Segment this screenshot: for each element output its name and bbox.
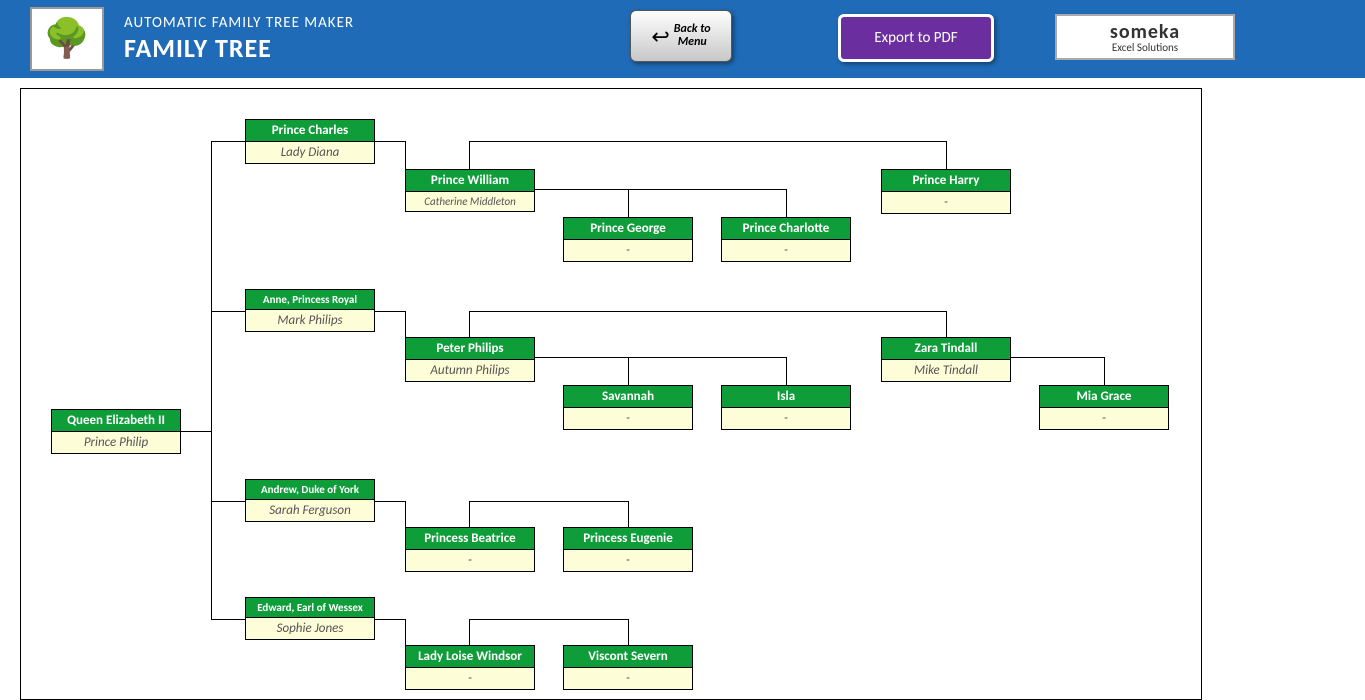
- node-spouse: -: [721, 408, 851, 430]
- node-child: Andrew, Duke of York Sarah Ferguson: [245, 479, 375, 522]
- back-to-menu-button[interactable]: ↩ Back toMenu: [630, 10, 732, 62]
- node-spouse: -: [721, 240, 851, 262]
- node-name: Prince William: [405, 169, 535, 192]
- node-greatgrandchild: Prince George -: [563, 217, 693, 262]
- node-child: Prince Charles Lady Diana: [245, 119, 375, 164]
- node-spouse: -: [563, 240, 693, 262]
- node-name: Prince Charles: [245, 119, 375, 142]
- node-root: Queen Elizabeth II Prince Philip: [51, 409, 181, 454]
- node-spouse: -: [563, 550, 693, 572]
- node-name: Prince Charlotte: [721, 217, 851, 240]
- node-grandchild: Prince Harry -: [881, 169, 1011, 214]
- node-spouse: -: [563, 408, 693, 430]
- node-name: Savannah: [563, 385, 693, 408]
- node-name: Prince Harry: [881, 169, 1011, 192]
- node-name: Isla: [721, 385, 851, 408]
- node-grandchild: Viscont Severn -: [563, 645, 693, 690]
- export-button-label: Export to PDF: [874, 29, 957, 47]
- node-name: Queen Elizabeth II: [51, 409, 181, 432]
- brand-tagline: Excel Solutions: [1112, 41, 1178, 54]
- node-grandchild: Lady Loise Windsor -: [405, 645, 535, 690]
- node-greatgrandchild: Isla -: [721, 385, 851, 430]
- tree-icon: 🌳: [43, 20, 90, 58]
- node-greatgrandchild: Mia Grace -: [1039, 385, 1169, 430]
- node-name: Zara Tindall: [881, 337, 1011, 360]
- family-tree-canvas: Queen Elizabeth II Prince Philip Prince …: [20, 88, 1202, 700]
- app-logo: 🌳: [30, 7, 104, 71]
- node-spouse: Mark Philips: [245, 310, 375, 332]
- header-subtitle: AUTOMATIC FAMILY TREE MAKER: [124, 14, 354, 32]
- export-pdf-button[interactable]: Export to PDF: [838, 14, 994, 62]
- node-spouse: Lady Diana: [245, 142, 375, 164]
- node-name: Mia Grace: [1039, 385, 1169, 408]
- node-greatgrandchild: Savannah -: [563, 385, 693, 430]
- node-name: Edward, Earl of Wessex: [245, 597, 375, 618]
- node-name: Anne, Princess Royal: [245, 289, 375, 310]
- node-spouse: -: [563, 668, 693, 690]
- node-name: Andrew, Duke of York: [245, 479, 375, 500]
- node-child: Anne, Princess Royal Mark Philips: [245, 289, 375, 332]
- node-spouse: -: [405, 668, 535, 690]
- node-spouse: Prince Philip: [51, 432, 181, 454]
- node-spouse: -: [1039, 408, 1169, 430]
- node-greatgrandchild: Prince Charlotte -: [721, 217, 851, 262]
- node-name: Viscont Severn: [563, 645, 693, 668]
- node-grandchild: Princess Eugenie -: [563, 527, 693, 572]
- node-spouse: Sarah Ferguson: [245, 500, 375, 522]
- back-button-label: Back toMenu: [674, 23, 711, 49]
- node-grandchild: Zara Tindall Mike Tindall: [881, 337, 1011, 382]
- back-arrow-icon: ↩: [651, 23, 669, 50]
- header-titles: AUTOMATIC FAMILY TREE MAKER FAMILY TREE: [124, 14, 354, 64]
- header-title: FAMILY TREE: [124, 32, 354, 64]
- node-grandchild: Princess Beatrice -: [405, 527, 535, 572]
- brand-logo: someka Excel Solutions: [1055, 14, 1235, 60]
- node-spouse: -: [405, 550, 535, 572]
- node-grandchild: Prince William Catherine Middleton: [405, 169, 535, 212]
- node-spouse: Autumn Philips: [405, 360, 535, 382]
- node-name: Lady Loise Windsor: [405, 645, 535, 668]
- node-spouse: Catherine Middleton: [405, 192, 535, 212]
- node-child: Edward, Earl of Wessex Sophie Jones: [245, 597, 375, 640]
- app-header: 🌳 AUTOMATIC FAMILY TREE MAKER FAMILY TRE…: [0, 0, 1365, 78]
- node-name: Princess Eugenie: [563, 527, 693, 550]
- node-spouse: Mike Tindall: [881, 360, 1011, 382]
- node-name: Princess Beatrice: [405, 527, 535, 550]
- node-name: Prince George: [563, 217, 693, 240]
- node-name: Peter Philips: [405, 337, 535, 360]
- node-spouse: -: [881, 192, 1011, 214]
- node-spouse: Sophie Jones: [245, 618, 375, 640]
- node-grandchild: Peter Philips Autumn Philips: [405, 337, 535, 382]
